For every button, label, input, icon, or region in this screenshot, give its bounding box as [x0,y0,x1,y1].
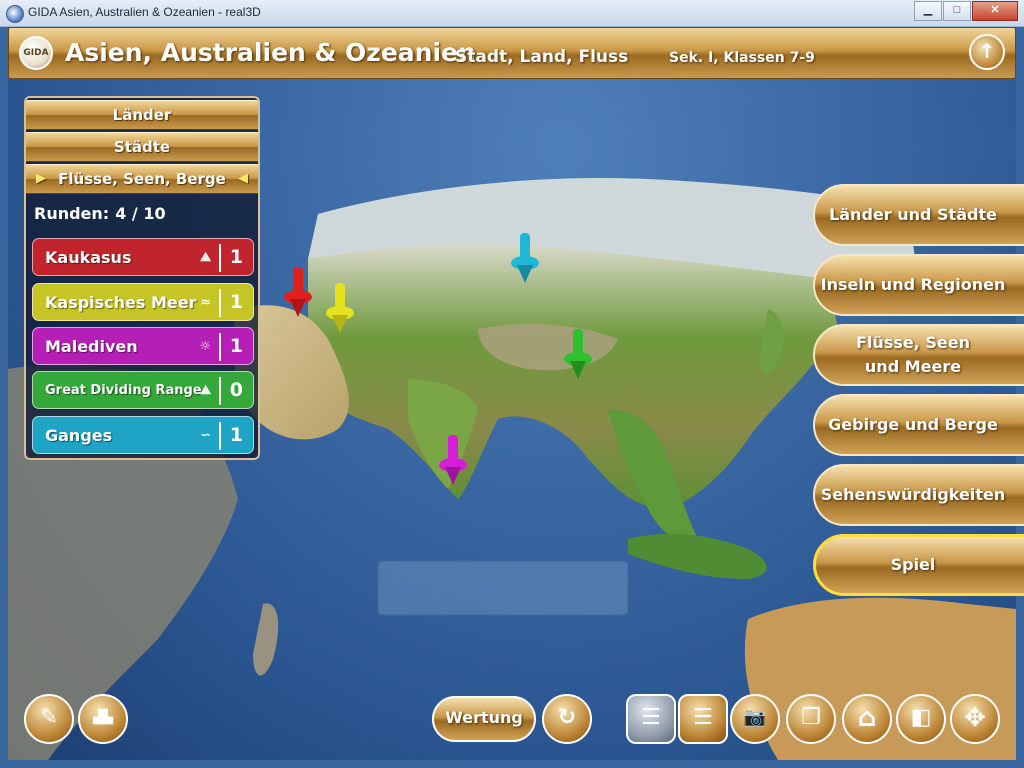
answer-label: Great Dividing Range [45,383,202,398]
module-subtitle: Stadt, Land, Fluss [455,47,629,67]
move-arrows-icon: ✥ [964,703,986,733]
indonesia-land [628,533,767,579]
reset-button[interactable]: ↻ [542,694,592,744]
answer-count: 0 [229,379,243,401]
menu-inseln-und-regionen[interactable]: Inseln und Regionen [813,254,1024,316]
move-button[interactable]: ✥ [950,694,1000,744]
answer-malediven[interactable]: Malediven ☼ 1 [32,327,254,365]
rounds-counter: Runden: 4 / 10 [34,204,166,223]
rounds-value: 4 / 10 [115,204,166,223]
mountain-icon: ⛰ [200,250,211,265]
panel-icon: ◧ [910,705,932,730]
list-icon: ☰ [641,705,661,730]
up-arrow-button[interactable]: ↑ [969,34,1005,70]
island-icon: ☼ [199,339,211,354]
panel-toggle-button[interactable]: ◧ [896,694,946,744]
menu-spiel[interactable]: Spiel [813,534,1024,596]
home-button[interactable]: ⌂ [842,694,892,744]
madagascar-land [253,603,279,676]
answer-label: Malediven [45,337,138,356]
game-panel: Länder Städte ▶ Flüsse, Seen, Berge ◀ Ru… [24,96,260,460]
window-controls: ▁ □ ✕ [913,1,1018,21]
list-view-inactive-button[interactable]: ☰ [626,694,676,744]
category-laender[interactable]: Länder [26,100,258,130]
menu-sehenswuerdigkeiten[interactable]: Sehenswürdigkeiten [813,464,1024,526]
wertung-button[interactable]: Wertung [432,696,536,742]
selected-marker-right-icon: ◀ [238,171,248,186]
notes-button[interactable]: ✎ [24,694,74,744]
asia-main-land [308,244,838,510]
camera-icon: 📷 [743,707,767,728]
podium-icon: ▟▙ [93,710,113,725]
app-title: Asien, Australien & Ozeanien [65,38,476,67]
menu-fluesse-seen-und-meere[interactable]: Flüsse, Seen und Meere [813,324,1024,386]
menu-gebirge-und-berge[interactable]: Gebirge und Berge [813,394,1024,456]
answer-separator [219,377,221,405]
mountain-icon: ⛰ [200,383,211,398]
answer-kaukasus[interactable]: Kaukasus ⛰ 1 [32,238,254,276]
app-icon [6,5,24,23]
answer-count: 1 [229,335,243,357]
lake-icon: ≈ [200,295,211,310]
home-icon: ⌂ [857,703,877,733]
category-fluesse-seen-berge[interactable]: ▶ Flüsse, Seen, Berge ◀ [26,164,258,194]
ranking-button[interactable]: ▟▙ [78,694,128,744]
menu-laender-und-staedte[interactable]: Länder und Städte [813,184,1024,246]
answer-kaspisches-meer[interactable]: Kaspisches Meer ≈ 1 [32,283,254,321]
answer-label: Kaukasus [45,248,132,267]
answer-separator [219,244,221,272]
answer-separator [219,422,221,450]
grade-level: Sek. I, Klassen 7-9 [669,50,815,66]
answer-ganges[interactable]: Ganges ∽ 1 [32,416,254,454]
answer-drop-zone [377,560,629,616]
category-label: Städte [113,138,171,156]
gida-logo: GIDA [19,36,53,70]
river-icon: ∽ [200,428,211,443]
maximize-button[interactable]: □ [943,1,971,21]
app-header: GIDA Asien, Australien & Ozeanien Stadt,… [8,27,1016,79]
minimize-button[interactable]: ▁ [914,1,942,21]
list-icon: ☰ [693,705,713,730]
answer-label: Kaspisches Meer [45,293,197,312]
category-label: Länder [112,106,172,124]
answer-separator [219,333,221,361]
notepad-icon: ✎ [39,705,59,730]
answer-count: 1 [229,291,243,313]
answer-separator [219,289,221,317]
answer-great-dividing-range[interactable]: Great Dividing Range ⛰ 0 [32,371,254,409]
answer-count: 1 [229,424,243,446]
close-button[interactable]: ✕ [972,1,1018,21]
screenshot-button[interactable]: 📷 [730,694,780,744]
window-titlebar: GIDA Asien, Australien & Ozeanien - real… [0,0,1024,27]
list-view-button[interactable]: ☰ [678,694,728,744]
category-staedte[interactable]: Städte [26,132,258,162]
pages-button[interactable]: ❐ [786,694,836,744]
rounds-label: Runden: [34,204,110,223]
selected-marker-left-icon: ▶ [36,171,46,186]
window-title: GIDA Asien, Australien & Ozeanien - real… [28,5,261,19]
pages-icon: ❐ [801,705,821,730]
reload-icon: ↻ [557,705,577,730]
answer-count: 1 [229,246,243,268]
answer-label: Ganges [45,426,113,445]
category-label: Flüsse, Seen, Berge [58,170,226,188]
